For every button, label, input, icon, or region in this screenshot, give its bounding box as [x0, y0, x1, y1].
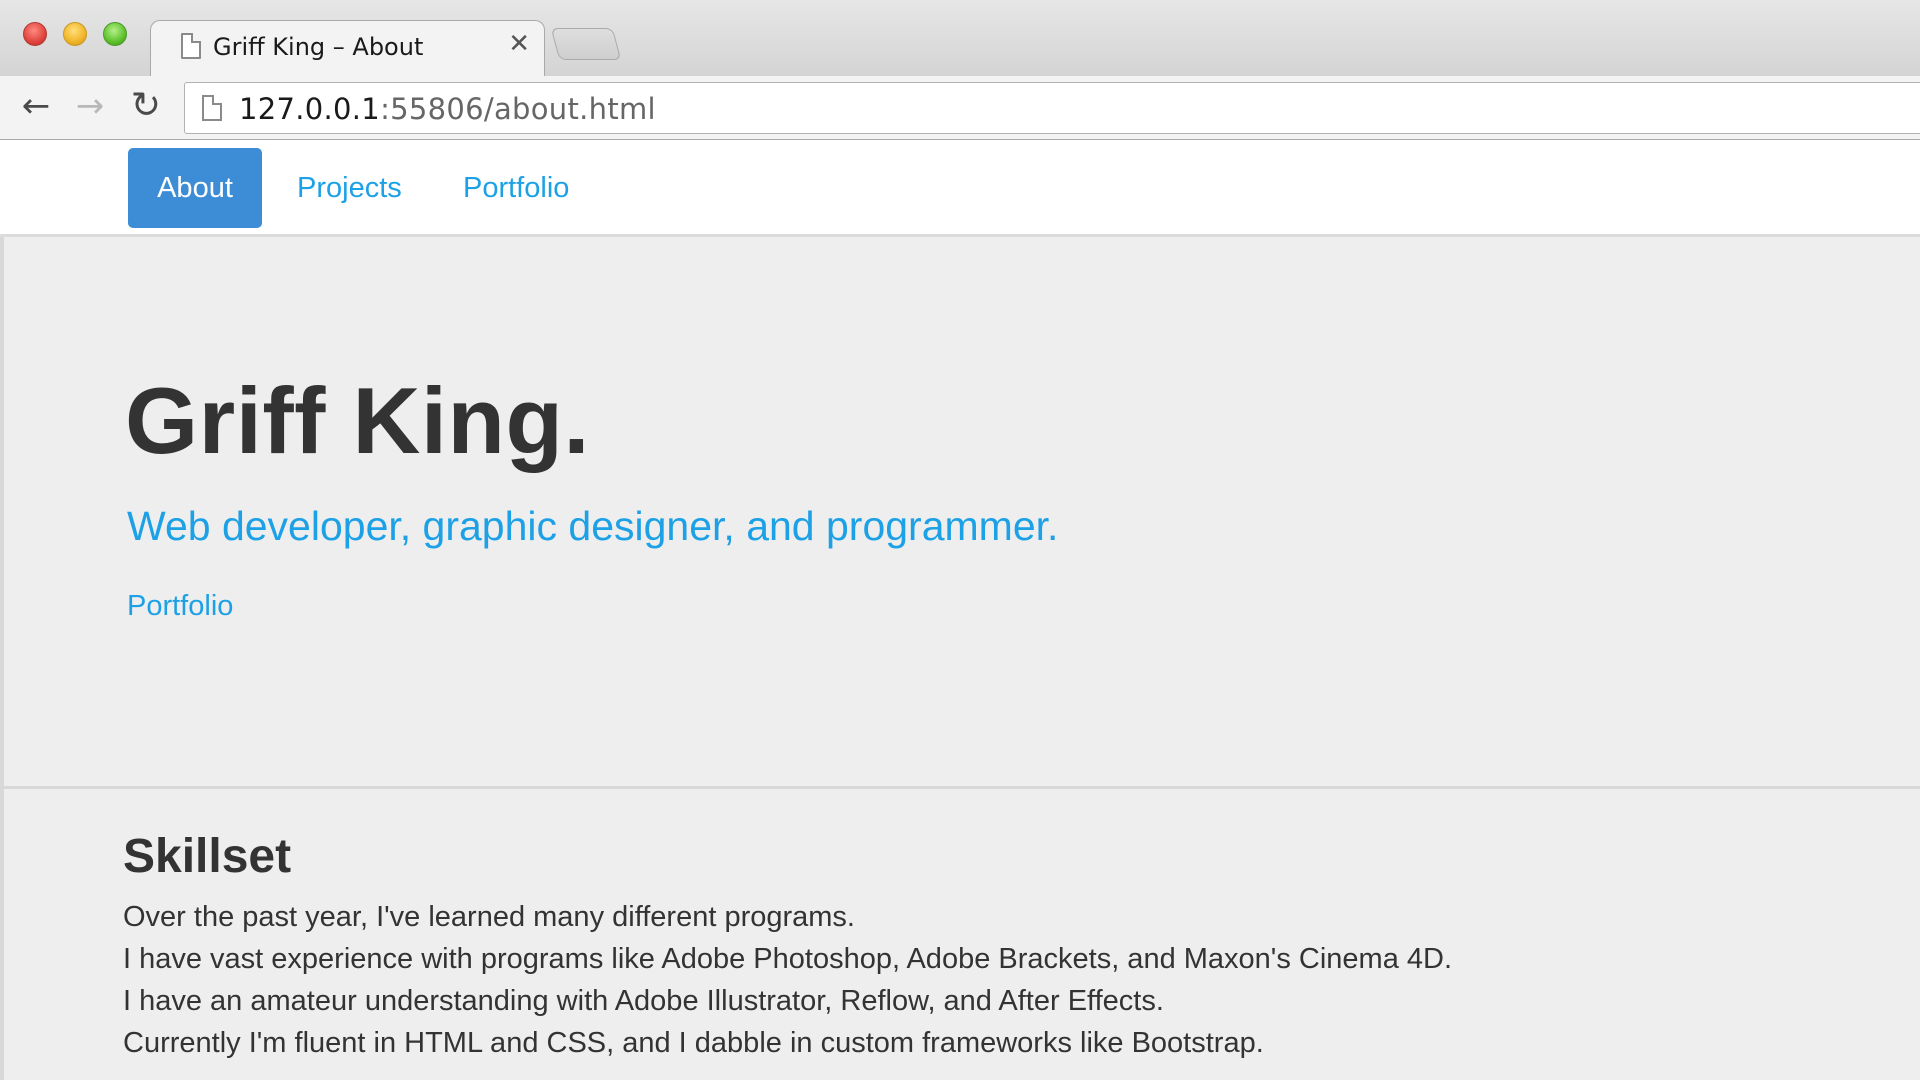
url-path: :55806/about.html — [380, 92, 656, 126]
nav-item-portfolio[interactable]: Portfolio — [463, 148, 569, 228]
url-host: 127.0.0.1 — [239, 92, 381, 126]
close-tab-icon[interactable]: ✕ — [508, 31, 530, 57]
page-icon — [202, 95, 222, 121]
browser-titlebar: Griff King – About ✕ — [0, 0, 1920, 76]
nav-item-about[interactable]: About — [128, 148, 262, 228]
portfolio-link[interactable]: Portfolio — [127, 590, 233, 623]
new-tab-button[interactable] — [550, 28, 622, 60]
skillset-section: Skillset Over the past year, I've learne… — [0, 786, 1920, 1080]
close-window-button[interactable] — [23, 22, 47, 46]
browser-toolbar: ← → ↻ 127.0.0.1:55806/about.html — [0, 76, 1920, 140]
page-viewport: About Projects Portfolio Griff King. Web… — [0, 141, 1920, 1080]
minimize-window-button[interactable] — [63, 22, 87, 46]
skillset-line: Currently I'm fluent in HTML and CSS, an… — [123, 1027, 1264, 1059]
hero-subtitle: Web developer, graphic designer, and pro… — [127, 503, 1059, 549]
url-text[interactable]: 127.0.0.1:55806/about.html — [239, 92, 656, 126]
browser-tab-active[interactable]: Griff King – About ✕ — [150, 20, 545, 76]
forward-arrow-icon[interactable]: → — [68, 84, 112, 128]
site-navbar: About Projects Portfolio — [0, 141, 1920, 237]
nav-item-projects[interactable]: Projects — [297, 148, 402, 228]
tab-title: Griff King – About — [213, 33, 424, 61]
skillset-line: Over the past year, I've learned many di… — [123, 901, 855, 933]
reload-icon[interactable]: ↻ — [124, 84, 168, 128]
skillset-title: Skillset — [123, 830, 292, 883]
hero-title: Griff King. — [125, 368, 590, 473]
zoom-window-button[interactable] — [103, 22, 127, 46]
hero-section: Griff King. Web developer, graphic desig… — [0, 237, 1920, 865]
back-arrow-icon[interactable]: ← — [14, 84, 58, 128]
skillset-line: I have an amateur understanding with Ado… — [123, 985, 1164, 1017]
page-icon — [181, 33, 201, 59]
address-bar[interactable]: 127.0.0.1:55806/about.html — [184, 82, 1920, 134]
skillset-line: I have vast experience with programs lik… — [123, 943, 1453, 975]
